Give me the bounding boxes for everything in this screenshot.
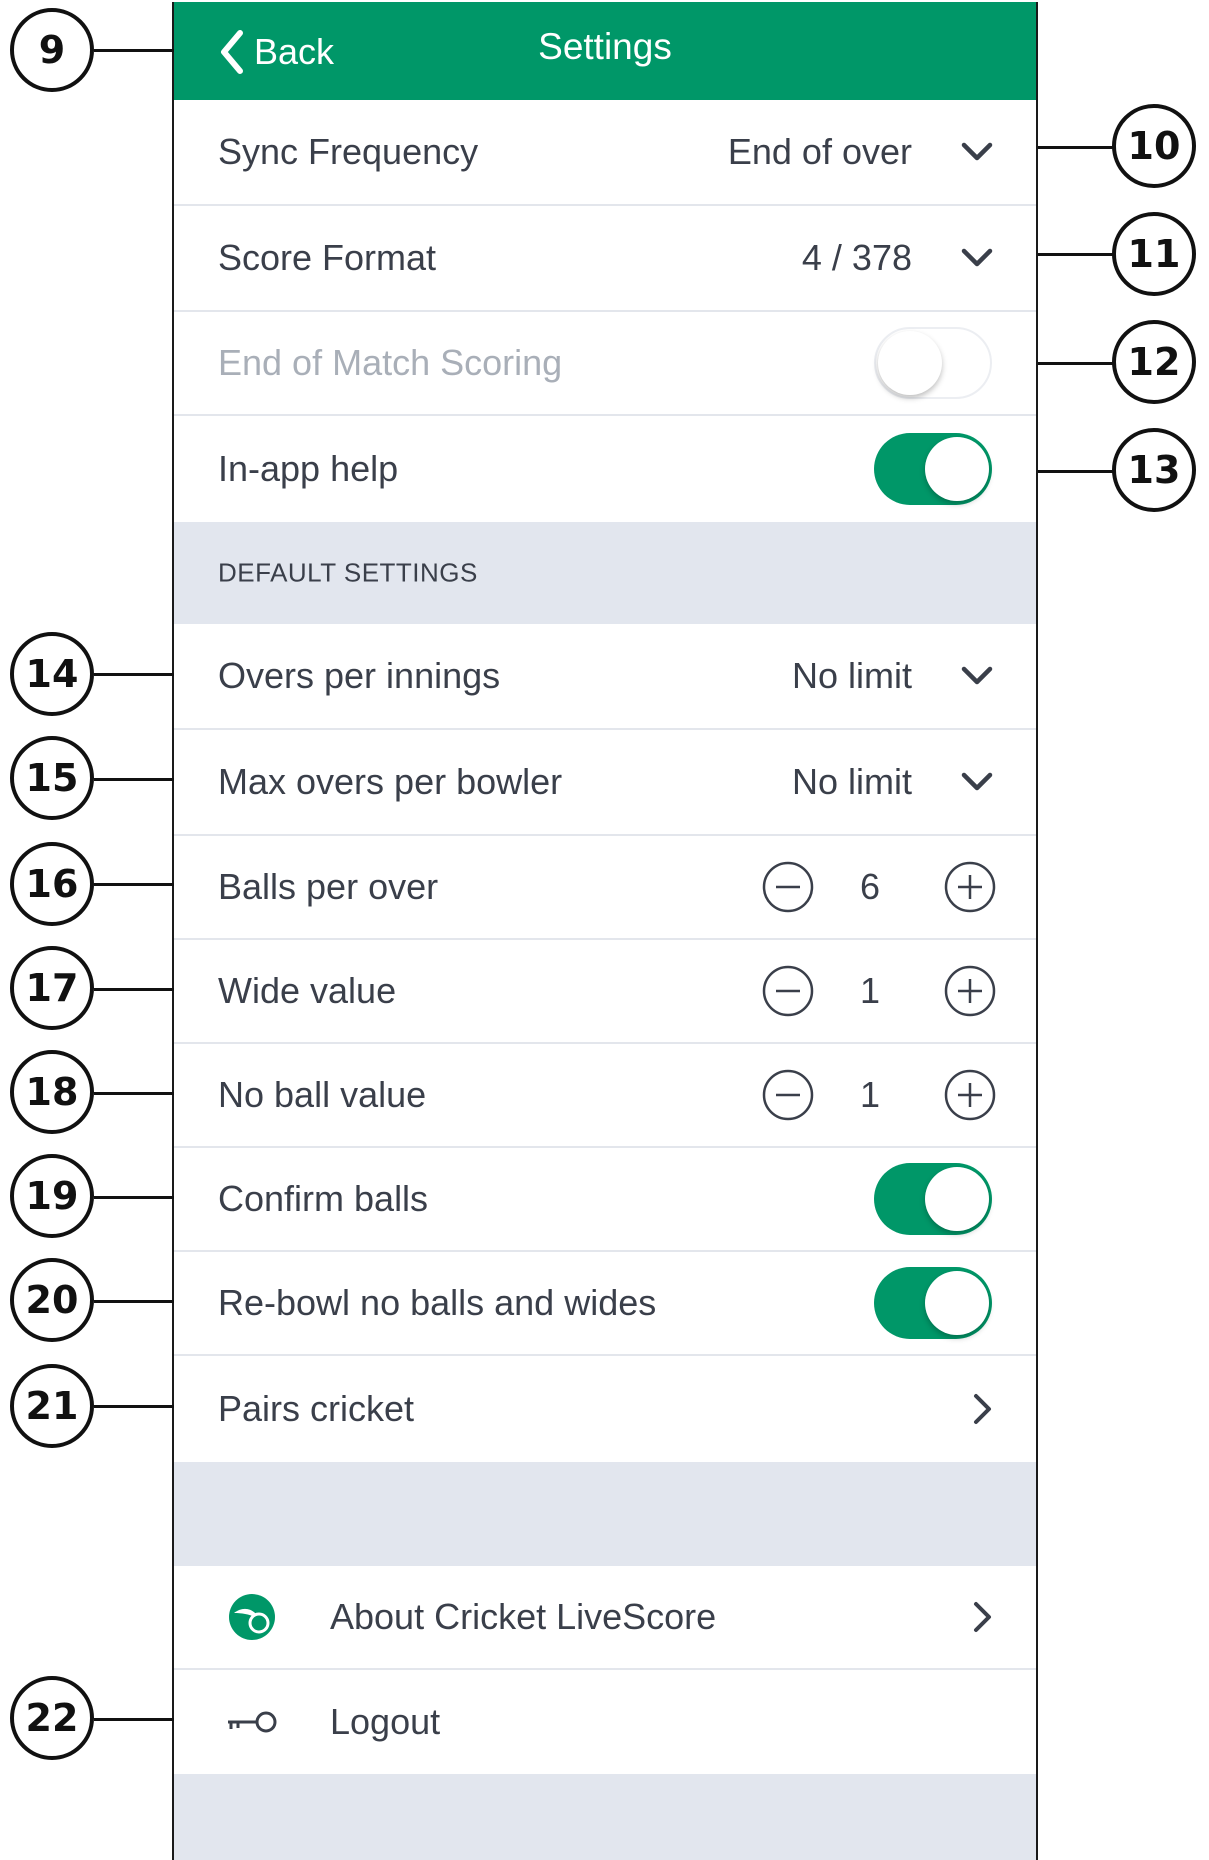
callout-leader bbox=[94, 883, 174, 886]
sync-frequency-row[interactable]: Sync Frequency End of over bbox=[174, 100, 1036, 206]
callout-badge: 13 bbox=[1112, 428, 1196, 512]
callout-leader bbox=[94, 49, 174, 52]
default-settings-section-header: DEFAULT SETTINGS bbox=[174, 522, 1036, 624]
chevron-down-icon[interactable] bbox=[960, 771, 994, 793]
nav-bar: Back Settings bbox=[174, 2, 1036, 100]
bottom-spacer bbox=[174, 1774, 1036, 1860]
key-icon bbox=[228, 1711, 277, 1733]
chevron-down-icon[interactable] bbox=[960, 665, 994, 687]
no-ball-value-row: No ball value 1 bbox=[174, 1044, 1036, 1148]
callout-badge: 21 bbox=[10, 1364, 94, 1448]
plus-circle-icon[interactable] bbox=[944, 861, 996, 913]
minus-circle-icon[interactable] bbox=[762, 965, 814, 1017]
end-of-match-scoring-label: End of Match Scoring bbox=[218, 342, 563, 383]
logout-label: Logout bbox=[330, 1701, 441, 1742]
toggle-knob bbox=[925, 1271, 989, 1335]
in-app-help-toggle[interactable] bbox=[874, 433, 992, 505]
toggle-knob bbox=[878, 331, 942, 395]
in-app-help-row: In-app help bbox=[174, 416, 1036, 522]
chevron-right-icon bbox=[974, 1394, 991, 1424]
section-title: DEFAULT SETTINGS bbox=[218, 557, 478, 588]
callout-badge: 22 bbox=[10, 1676, 94, 1760]
confirm-balls-row: Confirm balls bbox=[174, 1148, 1036, 1252]
score-format-label: Score Format bbox=[218, 237, 437, 278]
minus-circle-icon[interactable] bbox=[762, 1069, 814, 1121]
toggle-knob bbox=[925, 1167, 989, 1231]
callout-leader bbox=[1038, 146, 1114, 149]
callout-leader bbox=[94, 778, 174, 781]
toggle-knob bbox=[925, 437, 989, 501]
callout-badge: 11 bbox=[1112, 212, 1196, 296]
callout-badge: 17 bbox=[10, 946, 94, 1030]
confirm-balls-toggle[interactable] bbox=[874, 1163, 992, 1235]
score-format-value: 4 / 378 bbox=[801, 237, 912, 278]
wide-value-row: Wide value 1 bbox=[174, 940, 1036, 1044]
callout-badge: 10 bbox=[1112, 104, 1196, 188]
callout-leader bbox=[94, 988, 174, 991]
callout-leader bbox=[94, 1718, 174, 1721]
callout-leader bbox=[1038, 253, 1114, 256]
callout-badge: 20 bbox=[10, 1258, 94, 1342]
callout-badge: 18 bbox=[10, 1050, 94, 1134]
sync-frequency-label: Sync Frequency bbox=[218, 131, 479, 172]
balls-per-over-label: Balls per over bbox=[218, 866, 439, 907]
wide-value-label: Wide value bbox=[218, 970, 397, 1011]
callout-leader bbox=[94, 673, 174, 676]
callout-leader bbox=[94, 1092, 174, 1095]
callout-leader bbox=[94, 1196, 174, 1199]
overs-per-innings-label: Overs per innings bbox=[218, 655, 501, 696]
cricket-livescore-logo-icon bbox=[229, 1594, 275, 1640]
callout-leader bbox=[1038, 362, 1114, 365]
callout-badge: 19 bbox=[10, 1154, 94, 1238]
rebowl-row: Re-bowl no balls and wides bbox=[174, 1252, 1036, 1356]
end-of-match-scoring-row: End of Match Scoring bbox=[174, 312, 1036, 416]
end-of-match-scoring-toggle[interactable] bbox=[874, 327, 992, 399]
callout-badge: 12 bbox=[1112, 320, 1196, 404]
chevron-down-icon[interactable] bbox=[960, 247, 994, 269]
pairs-cricket-row[interactable]: Pairs cricket bbox=[174, 1356, 1036, 1462]
max-overs-per-bowler-row[interactable]: Max overs per bowler No limit bbox=[174, 730, 1036, 836]
max-overs-per-bowler-value: No limit bbox=[791, 761, 912, 802]
plus-circle-icon[interactable] bbox=[944, 965, 996, 1017]
chevron-right-icon bbox=[974, 1602, 991, 1632]
no-ball-value-label: No ball value bbox=[218, 1074, 427, 1115]
rebowl-label: Re-bowl no balls and wides bbox=[218, 1282, 657, 1323]
overs-per-innings-row[interactable]: Overs per innings No limit bbox=[174, 624, 1036, 730]
about-row[interactable]: About Cricket LiveScore bbox=[174, 1566, 1036, 1670]
callout-leader bbox=[94, 1405, 174, 1408]
balls-per-over-value: 6 bbox=[859, 866, 881, 907]
plus-circle-icon[interactable] bbox=[944, 1069, 996, 1121]
max-overs-per-bowler-label: Max overs per bowler bbox=[218, 761, 563, 802]
settings-screen: Back Settings Sync Frequency End of over… bbox=[172, 2, 1038, 1860]
about-label: About Cricket LiveScore bbox=[330, 1596, 717, 1637]
callout-badge: 14 bbox=[10, 632, 94, 716]
confirm-balls-label: Confirm balls bbox=[218, 1178, 429, 1219]
score-format-row[interactable]: Score Format 4 / 378 bbox=[174, 206, 1036, 312]
logout-row[interactable]: Logout bbox=[174, 1670, 1036, 1774]
no-ball-value-value: 1 bbox=[859, 1074, 881, 1115]
page-title: Settings bbox=[538, 26, 672, 67]
pairs-cricket-label: Pairs cricket bbox=[218, 1388, 415, 1429]
callout-leader bbox=[1038, 470, 1114, 473]
callout-badge: 9 bbox=[10, 8, 94, 92]
callout-badge: 15 bbox=[10, 736, 94, 820]
overs-per-innings-value: No limit bbox=[791, 655, 912, 696]
callout-leader bbox=[94, 1300, 174, 1303]
rebowl-toggle[interactable] bbox=[874, 1267, 992, 1339]
chevron-down-icon[interactable] bbox=[960, 141, 994, 163]
sync-frequency-value: End of over bbox=[727, 131, 912, 172]
in-app-help-label: In-app help bbox=[218, 448, 399, 489]
balls-per-over-row: Balls per over 6 bbox=[174, 836, 1036, 940]
minus-circle-icon[interactable] bbox=[762, 861, 814, 913]
section-spacer bbox=[174, 1462, 1036, 1566]
callout-badge: 16 bbox=[10, 842, 94, 926]
wide-value-value: 1 bbox=[859, 970, 881, 1011]
